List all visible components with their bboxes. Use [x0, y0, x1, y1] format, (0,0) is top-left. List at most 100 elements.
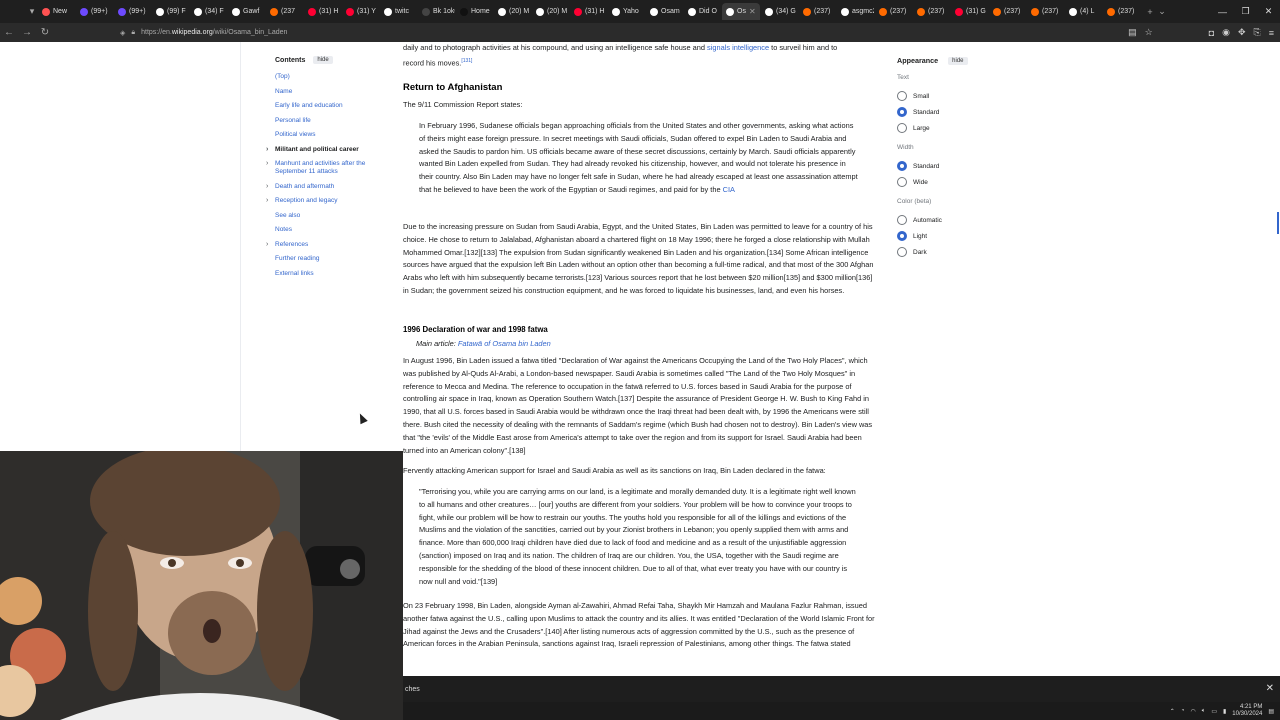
radio-button[interactable]: [897, 91, 907, 101]
browser-tab[interactable]: Yaho: [608, 3, 645, 20]
toc-item[interactable]: Personal life: [268, 117, 388, 125]
account-icon[interactable]: ◉: [1222, 27, 1230, 38]
network-icon[interactable]: ◔: [1181, 708, 1185, 714]
display-icon[interactable]: ▭: [1211, 708, 1217, 715]
radio-option[interactable]: Standard: [897, 104, 1017, 120]
browser-tab[interactable]: Osam: [646, 3, 683, 20]
share-icon[interactable]: ⎘: [1254, 27, 1261, 38]
chevron-right-icon[interactable]: ›: [266, 183, 268, 191]
notification-icon[interactable]: ▤: [1268, 708, 1274, 715]
wifi-icon[interactable]: ◠: [1190, 708, 1195, 715]
browser-tab[interactable]: twitc: [380, 3, 417, 20]
toc-item[interactable]: See also: [268, 212, 388, 220]
radio-button[interactable]: [897, 247, 907, 257]
reader-view-icon[interactable]: ▤: [1128, 27, 1137, 38]
close-icon[interactable]: ✕: [1266, 683, 1274, 694]
tab-close-icon[interactable]: ✕: [749, 7, 756, 16]
browser-tab[interactable]: (237): [875, 3, 912, 20]
link-main-article[interactable]: Fatawā of Osama bin Laden: [458, 339, 551, 348]
browser-tab[interactable]: (237): [1103, 3, 1140, 20]
back-button[interactable]: ←: [0, 27, 18, 38]
minimize-button[interactable]: —: [1211, 7, 1234, 17]
toc-item[interactable]: Further reading: [268, 255, 388, 263]
toc-hide-button[interactable]: hide: [313, 56, 333, 64]
radio-option[interactable]: Automatic: [897, 212, 1017, 228]
browser-tab[interactable]: (31) H: [570, 3, 607, 20]
appearance-hide-button[interactable]: hide: [948, 56, 968, 65]
radio-option[interactable]: Small: [897, 88, 1017, 104]
browser-tab[interactable]: Did O: [684, 3, 721, 20]
lock-icon[interactable]: 🔒︎: [131, 29, 135, 37]
toc-item[interactable]: › Reception and legacy: [266, 197, 388, 205]
url-field[interactable]: ◈ 🔒︎ https://en.wikipedia.org/wiki/Osama…: [120, 25, 1090, 40]
browser-tab[interactable]: (237: [266, 3, 303, 20]
extensions-icon[interactable]: ✥: [1238, 27, 1246, 38]
browser-tab[interactable]: (237): [913, 3, 950, 20]
toc-item[interactable]: › References: [266, 241, 388, 249]
forward-button[interactable]: →: [18, 27, 36, 38]
browser-tab[interactable]: Os ✕: [722, 3, 760, 20]
browser-tab[interactable]: (237): [1027, 3, 1064, 20]
shield-icon[interactable]: ◈: [120, 29, 125, 37]
menu-icon[interactable]: ≡: [1269, 28, 1274, 38]
browser-tab[interactable]: (31) H: [304, 3, 341, 20]
toc-item[interactable]: Name: [268, 88, 388, 96]
radio-button[interactable]: [897, 107, 907, 117]
battery-icon[interactable]: ▮: [1223, 708, 1226, 715]
browser-tab[interactable]: (99) F: [152, 3, 189, 20]
radio-button[interactable]: [897, 231, 907, 241]
chevron-right-icon[interactable]: ›: [266, 160, 268, 168]
reference-link[interactable]: [131]: [461, 58, 472, 64]
volume-icon[interactable]: 🔈︎: [1202, 708, 1206, 715]
reload-button[interactable]: ↻: [36, 27, 54, 38]
browser-tab[interactable]: New: [38, 3, 75, 20]
radio-option[interactable]: Dark: [897, 244, 1017, 260]
radio-button[interactable]: [897, 123, 907, 133]
radio-option[interactable]: Light: [897, 228, 1017, 244]
toc-item[interactable]: Political views: [268, 131, 388, 139]
clock[interactable]: 4:21 PM 10/30/2024: [1232, 704, 1262, 718]
link-cia[interactable]: CIA: [723, 185, 735, 194]
chevron-down-icon[interactable]: ⌄: [1156, 6, 1168, 17]
radio-button[interactable]: [897, 215, 907, 225]
browser-tab[interactable]: Gawf: [228, 3, 265, 20]
chevron-up-icon[interactable]: ⌃: [1170, 708, 1175, 715]
radio-option[interactable]: Large: [897, 120, 1017, 136]
toc-item[interactable]: External links: [268, 270, 388, 278]
chevron-right-icon[interactable]: ›: [266, 197, 268, 205]
browser-tab[interactable]: (4) L: [1065, 3, 1102, 20]
find-input[interactable]: ches: [405, 686, 420, 693]
chevron-right-icon[interactable]: ›: [266, 241, 268, 249]
radio-option[interactable]: Standard: [897, 158, 1017, 174]
link-signals-intelligence[interactable]: signals intelligence: [707, 43, 769, 52]
browser-tab[interactable]: (20) M: [532, 3, 569, 20]
browser-tab[interactable]: asgmc2n: [837, 3, 874, 20]
browser-tab[interactable]: (34) G: [761, 3, 798, 20]
toc-item[interactable]: Early life and education: [268, 102, 388, 110]
toc-item[interactable]: › Death and aftermath: [266, 183, 388, 191]
toc-item[interactable]: › Militant and political career: [266, 146, 388, 154]
browser-tab[interactable]: (20) M: [494, 3, 531, 20]
browser-tab[interactable]: Home: [456, 3, 493, 20]
browser-tab[interactable]: (237): [799, 3, 836, 20]
maximize-button[interactable]: ❐: [1234, 6, 1257, 17]
browser-tab[interactable]: Bk 1ok6: [418, 3, 455, 20]
browser-tab[interactable]: (31) G: [951, 3, 988, 20]
bookmark-star-icon[interactable]: ☆: [1145, 27, 1153, 38]
tab-list-icon[interactable]: ▾: [26, 6, 38, 17]
browser-tab[interactable]: (31) Y: [342, 3, 379, 20]
radio-button[interactable]: [897, 177, 907, 187]
chevron-right-icon[interactable]: ›: [266, 146, 268, 154]
radio-button[interactable]: [897, 161, 907, 171]
toc-item[interactable]: (Top): [268, 73, 388, 81]
new-tab-button[interactable]: +: [1144, 7, 1156, 17]
pocket-icon[interactable]: ◘: [1209, 28, 1214, 38]
browser-tab[interactable]: (99+): [76, 3, 113, 20]
toc-item[interactable]: Notes: [268, 226, 388, 234]
browser-tab[interactable]: (237): [989, 3, 1026, 20]
browser-tab[interactable]: (34) F: [190, 3, 227, 20]
browser-tab[interactable]: (99+): [114, 3, 151, 20]
close-window-button[interactable]: ✕: [1257, 6, 1280, 17]
radio-option[interactable]: Wide: [897, 174, 1017, 190]
toc-item[interactable]: › Manhunt and activities after the Septem…: [266, 160, 388, 176]
